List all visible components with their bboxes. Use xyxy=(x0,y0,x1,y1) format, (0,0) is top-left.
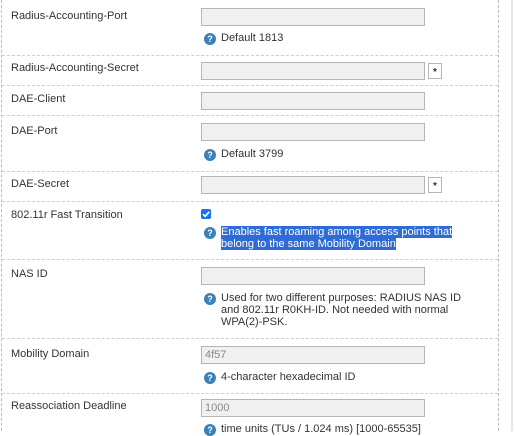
radius-accounting-port-help-text: Default 1813 xyxy=(221,32,284,44)
row-fast-transition: 802.11r Fast Transition ? Enables fast r… xyxy=(2,202,498,260)
nas-id-help-line-3: WPA(2)-PSK. xyxy=(221,316,288,328)
fast-transition-checkbox[interactable] xyxy=(201,209,211,219)
reassociation-deadline-help: ? time units (TUs / 1.024 ms) [1000-6553… xyxy=(204,423,421,436)
help-icon: ? xyxy=(204,227,216,239)
dae-secret-label: DAE-Secret xyxy=(11,178,70,190)
dae-port-label: DAE-Port xyxy=(11,125,58,137)
radius-accounting-port-help: ? Default 1813 xyxy=(204,32,283,45)
row-nas-id: NAS ID ? Used for two different purposes… xyxy=(2,260,498,339)
dae-client-input[interactable] xyxy=(201,92,425,110)
fast-transition-help-line-1: Enables fast roaming among access points… xyxy=(221,226,453,238)
row-radius-accounting-port: Radius-Accounting-Port ? Default 1813 xyxy=(2,0,498,56)
row-mobility-domain: Mobility Domain ? 4-character hexadecima… xyxy=(2,339,498,394)
mobility-domain-help: ? 4-character hexadecimal ID xyxy=(204,371,356,384)
reassociation-deadline-label: Reassociation Deadline xyxy=(11,400,127,412)
reveal-password-icon[interactable]: * xyxy=(428,177,442,193)
radius-accounting-port-input[interactable] xyxy=(201,8,425,26)
nas-id-input[interactable] xyxy=(201,267,425,285)
mobility-domain-label: Mobility Domain xyxy=(11,348,90,360)
row-dae-client: DAE-Client xyxy=(2,86,498,116)
mobility-domain-help-text: 4-character hexadecimal ID xyxy=(221,371,356,383)
fast-transition-help: ? Enables fast roaming among access poin… xyxy=(204,226,453,250)
help-icon: ? xyxy=(204,149,216,161)
row-dae-secret: DAE-Secret * xyxy=(2,172,498,202)
dae-port-help: ? Default 3799 xyxy=(204,148,283,161)
dae-client-label: DAE-Client xyxy=(11,93,66,105)
nas-id-help-line-1: Used for two different purposes: RADIUS … xyxy=(221,292,462,304)
frame-right-border xyxy=(498,0,499,431)
dae-port-help-text: Default 3799 xyxy=(221,148,284,160)
radius-accounting-secret-input[interactable] xyxy=(201,62,425,80)
nas-id-label: NAS ID xyxy=(11,268,48,280)
fast-transition-help-text: Enables fast roaming among access points… xyxy=(221,226,453,250)
help-icon: ? xyxy=(204,293,216,305)
nas-id-help-line-2: and 802.11r R0KH-ID. Not needed with nor… xyxy=(221,304,449,316)
nas-id-help: ? Used for two different purposes: RADIU… xyxy=(204,292,461,328)
help-icon: ? xyxy=(204,372,216,384)
help-icon: ? xyxy=(204,424,216,436)
dae-secret-input[interactable] xyxy=(201,176,425,194)
row-dae-port: DAE-Port ? Default 3799 xyxy=(2,116,498,172)
fast-transition-help-line-2: belong to the same Mobility Domain xyxy=(221,238,396,250)
checkmark-icon xyxy=(202,211,210,218)
reassociation-deadline-help-text: time units (TUs / 1.024 ms) [1000-65535] xyxy=(221,423,421,435)
help-icon: ? xyxy=(204,33,216,45)
fast-transition-label: 802.11r Fast Transition xyxy=(11,209,123,221)
dae-port-input[interactable] xyxy=(201,123,425,141)
scrollbar[interactable] xyxy=(511,0,513,431)
radius-accounting-secret-label: Radius-Accounting-Secret xyxy=(11,62,139,74)
radius-accounting-port-label: Radius-Accounting-Port xyxy=(11,10,128,22)
row-radius-accounting-secret: Radius-Accounting-Secret * xyxy=(2,56,498,86)
reassociation-deadline-input[interactable] xyxy=(201,399,425,417)
mobility-domain-input[interactable] xyxy=(201,346,425,364)
reveal-password-icon[interactable]: * xyxy=(428,63,442,79)
nas-id-help-text: Used for two different purposes: RADIUS … xyxy=(221,292,461,328)
row-reassociation-deadline: Reassociation Deadline ? time units (TUs… xyxy=(2,394,498,436)
